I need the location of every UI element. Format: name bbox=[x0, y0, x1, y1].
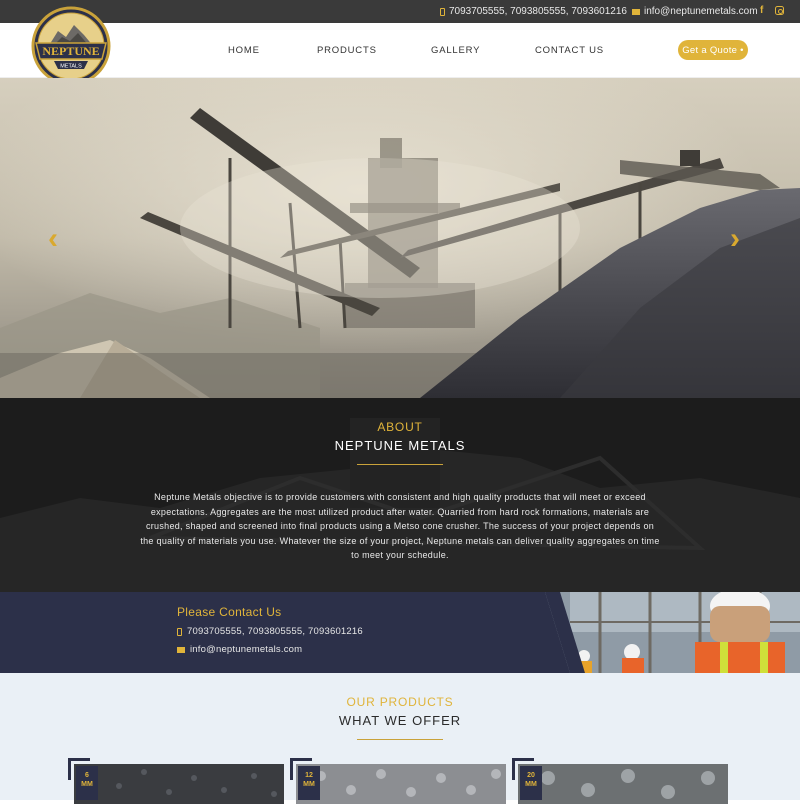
about-eyebrow: ABOUT bbox=[377, 420, 423, 434]
mail-icon bbox=[177, 646, 185, 653]
hero-image bbox=[0, 78, 800, 398]
logo-subtext: METALS bbox=[60, 64, 82, 70]
size-value: 20 bbox=[527, 772, 535, 779]
size-unit: MM bbox=[525, 781, 537, 788]
nav-home[interactable]: HOME bbox=[228, 45, 260, 56]
size-value: 12 bbox=[305, 772, 313, 779]
topbar-phone[interactable]: 7093705555, 7093805555, 7093601216 bbox=[440, 6, 627, 17]
topbar-email[interactable]: info@neptunemetals.com bbox=[632, 6, 758, 17]
about-divider bbox=[357, 464, 443, 465]
nav-products[interactable]: PRODUCTS bbox=[317, 45, 377, 56]
workers-image bbox=[545, 592, 800, 673]
products-eyebrow: OUR PRODUCTS bbox=[346, 695, 454, 709]
slider-prev-arrow[interactable]: ‹ bbox=[48, 224, 70, 254]
product-card-6mm[interactable]: 6 MM bbox=[68, 758, 284, 804]
facebook-icon[interactable]: f bbox=[760, 5, 763, 16]
size-badge: 6 MM bbox=[76, 766, 98, 800]
contact-phone-text: 7093705555, 7093805555, 7093601216 bbox=[187, 626, 363, 637]
phone-icon bbox=[177, 627, 182, 636]
product-card-20mm[interactable]: 20 MM bbox=[512, 758, 728, 804]
size-unit: MM bbox=[303, 781, 315, 788]
logo-text: NEPTUNE bbox=[42, 44, 99, 58]
gravel-image bbox=[74, 764, 284, 804]
size-badge: 12 MM bbox=[298, 766, 320, 800]
gravel-image bbox=[518, 764, 728, 804]
product-card-12mm[interactable]: 12 MM bbox=[290, 758, 506, 804]
site-header: NEPTUNE METALS HOME PRODUCTS GALLERY CON… bbox=[0, 6, 800, 86]
mail-icon bbox=[632, 8, 640, 15]
hero-slider: ‹ › bbox=[0, 78, 800, 398]
phone-icon bbox=[440, 7, 445, 16]
about-title: NEPTUNE METALS bbox=[334, 438, 466, 453]
contact-email[interactable]: info@neptunemetals.com bbox=[177, 644, 302, 655]
size-value: 6 bbox=[85, 772, 89, 779]
products-title: WHAT WE OFFER bbox=[338, 713, 462, 728]
get-a-quote-button[interactable]: Get a Quote • bbox=[678, 40, 748, 60]
topbar-phone-text: 7093705555, 7093805555, 7093601216 bbox=[449, 6, 627, 17]
nav-contact-us[interactable]: CONTACT US bbox=[535, 45, 604, 56]
neptune-metals-logo[interactable]: NEPTUNE METALS bbox=[28, 3, 114, 89]
instagram-icon[interactable] bbox=[775, 6, 784, 15]
gravel-image bbox=[296, 764, 506, 804]
products-divider bbox=[357, 739, 443, 740]
contact-strip: Please Contact Us 7093705555, 7093805555… bbox=[0, 592, 800, 673]
top-bar: 7093705555, 7093805555, 7093601216 info@… bbox=[0, 0, 800, 23]
contact-title: Please Contact Us bbox=[177, 605, 282, 619]
slider-next-arrow[interactable]: › bbox=[730, 224, 752, 254]
contact-email-text: info@neptunemetals.com bbox=[190, 644, 303, 655]
size-badge: 20 MM bbox=[520, 766, 542, 800]
about-text: Neptune Metals objective is to provide c… bbox=[140, 492, 660, 560]
products-section: OUR PRODUCTS WHAT WE OFFER 6 MM 12 MM 20… bbox=[0, 673, 800, 804]
about-section: ABOUT NEPTUNE METALS Neptune Metals obje… bbox=[0, 398, 800, 592]
nav-gallery[interactable]: GALLERY bbox=[431, 45, 480, 56]
size-unit: MM bbox=[81, 781, 93, 788]
contact-phone[interactable]: 7093705555, 7093805555, 7093601216 bbox=[177, 626, 363, 637]
topbar-email-text: info@neptunemetals.com bbox=[644, 6, 758, 17]
